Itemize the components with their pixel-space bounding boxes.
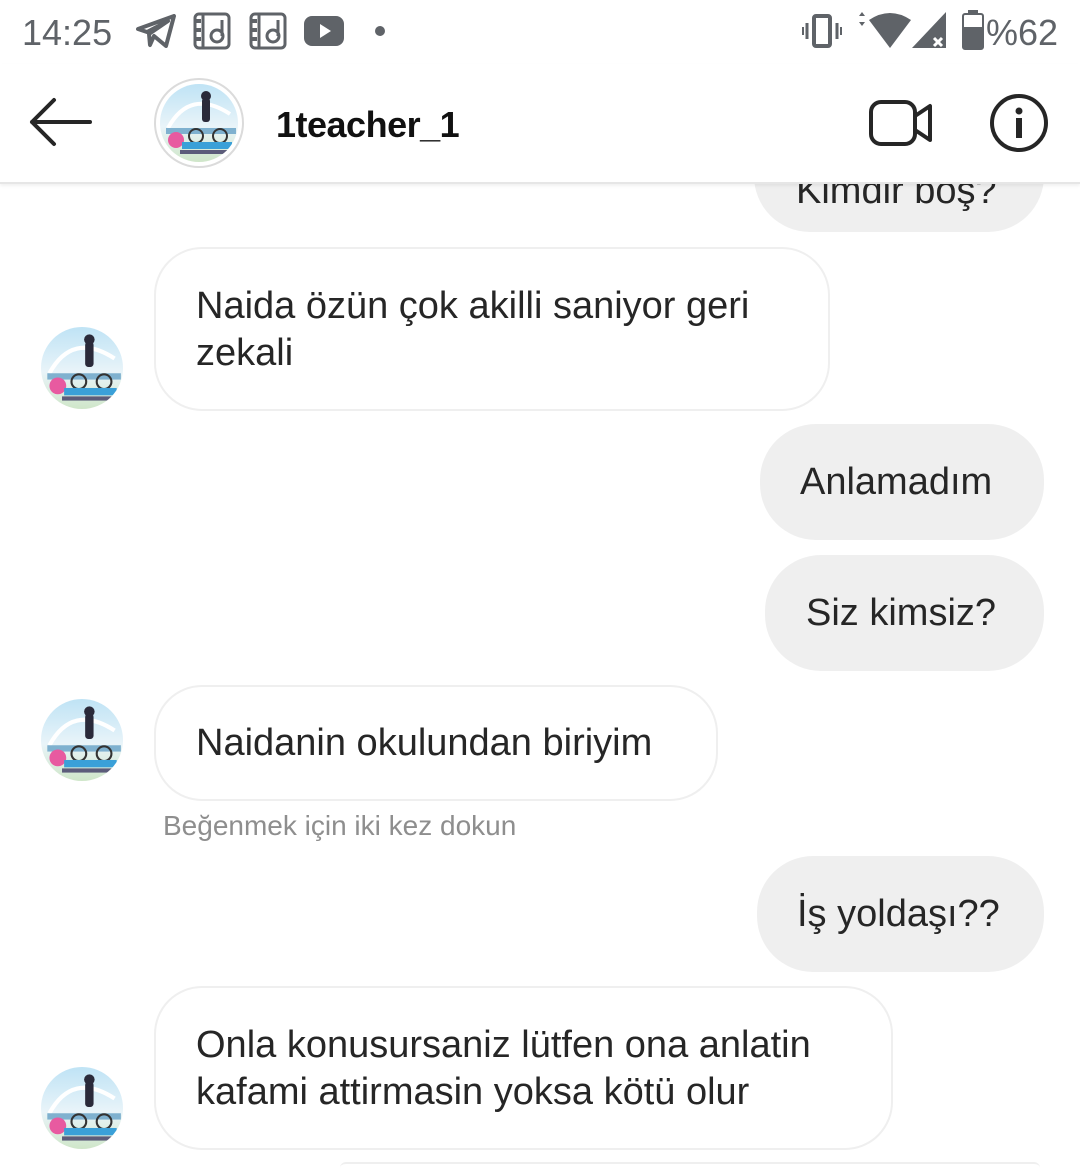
double-tap-like-hint: Beğenmek için iki kez dokun [163, 810, 517, 841]
avatar[interactable] [41, 1067, 123, 1149]
info-icon[interactable] [988, 92, 1050, 154]
back-arrow-icon[interactable] [26, 94, 96, 150]
message-text: Naidanin okulundan biriyim [196, 722, 653, 764]
wifi-icon [859, 12, 911, 48]
film-icon [193, 12, 231, 50]
film-icon [249, 12, 287, 50]
message-text: Anlamadım [800, 461, 993, 503]
message-bubble-incoming[interactable]: Onla konusursaniz lütfen ona anlatin kaf… [154, 986, 893, 1150]
youtube-icon [304, 16, 344, 46]
battery-icon [962, 10, 984, 50]
chat-header: 1teacher_1 [0, 64, 1080, 184]
message-text-line: Onla konusursaniz lütfen ona anlatin [196, 1024, 811, 1066]
status-time: 14:25 [22, 12, 113, 53]
signal-icon [912, 12, 946, 48]
status-bar: 14:25 %62 [0, 0, 1080, 64]
header-avatar[interactable] [154, 78, 244, 168]
message-bubble-incoming[interactable]: Naidanin okulundan biriyim [154, 685, 718, 801]
telegram-icon [136, 14, 176, 48]
message-text-line: Naida özün çok akilli saniyor geri [196, 285, 750, 327]
message-text-line: zekali [196, 332, 294, 374]
message-bubble-outgoing[interactable]: Anlamadım [760, 424, 1044, 540]
chat-username[interactable]: 1teacher_1 [276, 104, 460, 146]
message-bubble-incoming[interactable]: Naida özün çok akilli saniyor geri zekal… [154, 247, 830, 411]
next-bubble-edge [340, 1162, 1040, 1174]
vibrate-icon [802, 14, 842, 48]
video-call-icon[interactable] [868, 96, 934, 150]
message-bubble-outgoing[interactable]: Siz kimsiz? [765, 555, 1044, 671]
message-text: Siz kimsiz? [806, 592, 997, 634]
message-text: İş yoldaşı?? [797, 893, 1000, 935]
message-bubble-outgoing[interactable]: İş yoldaşı?? [757, 856, 1044, 972]
avatar[interactable] [41, 699, 123, 781]
avatar[interactable] [41, 327, 123, 409]
profile-picture [160, 84, 238, 162]
message-text-line: kafami attirmasin yoksa kötü olur [196, 1071, 750, 1113]
battery-percent: %62 [985, 12, 1058, 53]
dot-icon [375, 26, 385, 36]
